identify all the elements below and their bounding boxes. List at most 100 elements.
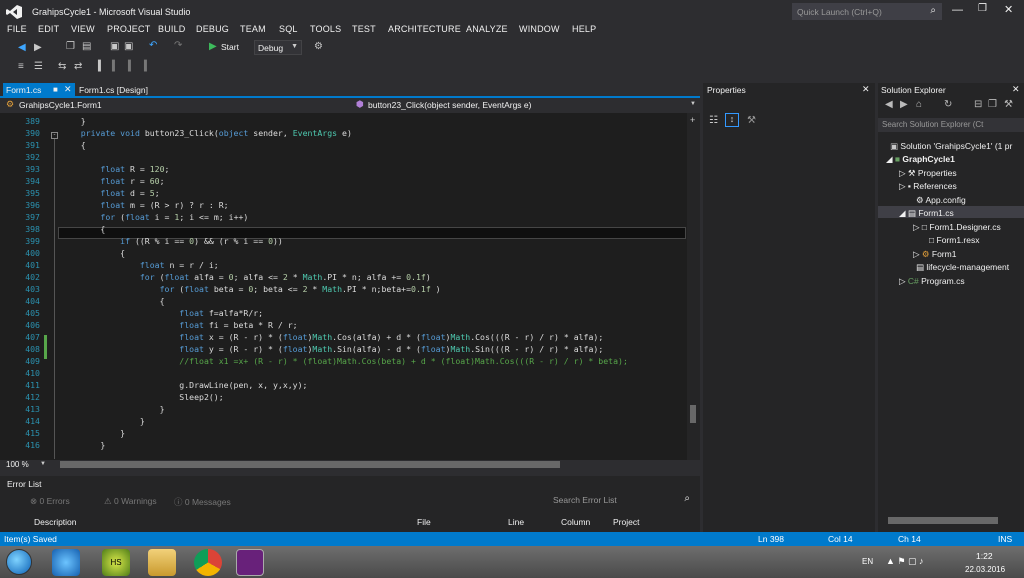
tree-solution[interactable]: ▣ Solution 'GrahipsCycle1' (1 pr xyxy=(890,141,1012,152)
close-icon[interactable]: ✕ xyxy=(862,84,870,95)
wrench-icon[interactable]: ⚒ xyxy=(1004,99,1013,110)
save-all-icon[interactable]: ▣ xyxy=(124,41,133,52)
start-play-icon[interactable]: ▶ xyxy=(209,41,217,52)
new-project-icon[interactable]: ❐ xyxy=(66,41,75,52)
tree-lifecycle[interactable]: ▤ lifecycle-management xyxy=(916,262,1009,273)
chevron-down-icon[interactable]: ▼ xyxy=(40,461,46,467)
horizontal-scrollbar[interactable] xyxy=(60,461,560,468)
format-icon[interactable]: ☰ xyxy=(34,61,43,72)
menu-view[interactable]: VIEW xyxy=(71,24,95,34)
attach-icon[interactable]: ⚙ xyxy=(314,41,323,52)
menu-team[interactable]: TEAM xyxy=(240,24,266,34)
pin-icon[interactable]: ■ xyxy=(53,85,58,94)
restore-button[interactable]: ❐ xyxy=(978,3,994,14)
solution-search-input[interactable]: Search Solution Explorer (Ct xyxy=(878,118,1024,132)
menu-tools[interactable]: TOOLS xyxy=(310,24,341,34)
start-button[interactable]: Start xyxy=(221,42,239,52)
tab-form1-design[interactable]: Form1.cs [Design] xyxy=(76,83,156,97)
column-project[interactable]: Project xyxy=(613,517,639,527)
expand-icon[interactable]: ▷ xyxy=(913,222,922,232)
close-icon[interactable]: ✕ xyxy=(1012,84,1020,95)
menu-project[interactable]: PROJECT xyxy=(107,24,150,34)
back-icon[interactable]: ◀ xyxy=(885,99,893,110)
error-search-input[interactable]: Search Error List ⌕ xyxy=(550,493,698,507)
forward-icon[interactable]: ▶ xyxy=(34,42,42,53)
message-filter-button[interactable]: ⓘ 0 Messages xyxy=(174,496,244,508)
forward-icon[interactable]: ▶ xyxy=(900,99,908,110)
save-icon[interactable]: ▣ xyxy=(110,41,119,52)
tree-form1-resx[interactable]: □ Form1.resx xyxy=(929,235,979,245)
column-description[interactable]: Description xyxy=(34,517,77,527)
back-icon[interactable]: ◀ xyxy=(18,42,26,53)
chrome-icon[interactable] xyxy=(194,549,222,576)
scrollbar-thumb[interactable] xyxy=(690,405,696,423)
tree-form1-designer[interactable]: ▷ □ Form1.Designer.cs xyxy=(913,222,1001,233)
home-icon[interactable]: ⌂ xyxy=(916,99,922,110)
column-line[interactable]: Line xyxy=(508,517,524,527)
expand-icon[interactable]: ▷ xyxy=(899,168,908,178)
comment-icon[interactable]: ⇆ xyxy=(58,61,66,72)
uncomment-icon[interactable]: ⇄ xyxy=(74,61,82,72)
column-column[interactable]: Column xyxy=(561,517,590,527)
menu-window[interactable]: WINDOW xyxy=(519,24,560,34)
language-indicator[interactable]: EN xyxy=(862,557,873,566)
class-dropdown[interactable]: GrahipsCycle1.Form1 xyxy=(19,100,102,110)
vertical-scrollbar[interactable]: + xyxy=(687,113,700,460)
expand-icon[interactable]: ◢ xyxy=(886,154,895,164)
warning-filter-button[interactable]: ⚠ 0 Warnings xyxy=(104,496,174,508)
file-explorer-icon[interactable] xyxy=(148,549,176,576)
visual-studio-taskbar-icon[interactable] xyxy=(236,549,264,576)
menu-debug[interactable]: DEBUG xyxy=(196,24,229,34)
chevron-down-icon[interactable]: ▼ xyxy=(690,101,696,107)
menu-test[interactable]: TEST xyxy=(352,24,376,34)
menu-architecture[interactable]: ARCHITECTURE xyxy=(388,24,461,34)
expand-icon[interactable]: ▷ xyxy=(899,276,908,286)
column-file[interactable]: File xyxy=(417,517,431,527)
start-orb-icon[interactable] xyxy=(6,549,32,575)
menu-file[interactable]: FILE xyxy=(7,24,27,34)
zoom-level[interactable]: 100 % xyxy=(6,460,29,469)
toggle-view-icon[interactable]: ≡ xyxy=(18,61,24,72)
menu-build[interactable]: BUILD xyxy=(158,24,186,34)
expand-icon[interactable]: ◢ xyxy=(899,208,908,218)
tree-project[interactable]: ◢ ■ GraphCycle1 xyxy=(886,154,955,165)
solution-config-dropdown[interactable]: Debug ▼ xyxy=(254,40,302,55)
code-editor[interactable]: - 389 } 390 private void button23_Click(… xyxy=(0,113,700,460)
menu-sql[interactable]: SQL xyxy=(279,24,298,34)
show-all-icon[interactable]: ❐ xyxy=(988,99,997,110)
menu-analyze[interactable]: ANALYZE xyxy=(466,24,508,34)
error-filter-button[interactable]: ⊗ 0 Errors xyxy=(30,496,90,508)
tree-app-config[interactable]: ⚙ App.config xyxy=(916,195,966,206)
tree-properties[interactable]: ▷ ⚒ Properties xyxy=(899,168,957,179)
close-button[interactable]: ✕ xyxy=(1004,3,1018,16)
open-file-icon[interactable]: ▤ xyxy=(82,41,91,52)
clock-time[interactable]: 1:22 xyxy=(976,551,993,561)
tree-form1-cs[interactable]: ◢ ▤ Form1.cs xyxy=(899,208,954,219)
categorized-icon[interactable]: ☷ xyxy=(709,115,718,126)
tab-form1-cs[interactable]: Form1.cs ■ ✕ xyxy=(3,83,75,97)
alphabetical-icon[interactable]: ↕ xyxy=(725,113,739,127)
menu-help[interactable]: HELP xyxy=(572,24,596,34)
close-icon[interactable]: ✕ xyxy=(64,84,72,95)
clock-date[interactable]: 22.03.2016 xyxy=(965,565,1005,574)
tree-program-cs[interactable]: ▷ C# Program.cs xyxy=(899,276,965,287)
tree-references[interactable]: ▷ ▪ References xyxy=(899,181,957,192)
sync-icon[interactable]: ↻ xyxy=(944,99,952,110)
menu-edit[interactable]: EDIT xyxy=(38,24,59,34)
expand-icon[interactable]: ▷ xyxy=(913,249,922,259)
redo-icon[interactable]: ↷ xyxy=(174,40,182,51)
internet-explorer-icon[interactable] xyxy=(52,549,80,576)
member-dropdown[interactable]: button23_Click(object sender, EventArgs … xyxy=(368,100,531,110)
bookmark-icon[interactable]: ▍ xyxy=(98,61,106,72)
tree-form1-class[interactable]: ▷ ⚙ Form1 xyxy=(913,249,956,260)
quick-launch-input[interactable]: Quick Launch (Ctrl+Q) ⌕ xyxy=(792,3,942,20)
next-bookmark-icon[interactable]: ▍ xyxy=(112,61,120,72)
hs-app-icon[interactable]: HS xyxy=(102,549,130,576)
wrench-icon[interactable]: ⚒ xyxy=(747,115,756,126)
clear-bookmark-icon[interactable]: ▍ xyxy=(144,61,152,72)
horizontal-scrollbar[interactable] xyxy=(888,517,998,524)
split-icon[interactable]: + xyxy=(690,115,695,125)
undo-icon[interactable]: ↶ xyxy=(149,40,157,51)
prev-bookmark-icon[interactable]: ▍ xyxy=(128,61,136,72)
minimize-button[interactable]: — xyxy=(952,4,968,16)
